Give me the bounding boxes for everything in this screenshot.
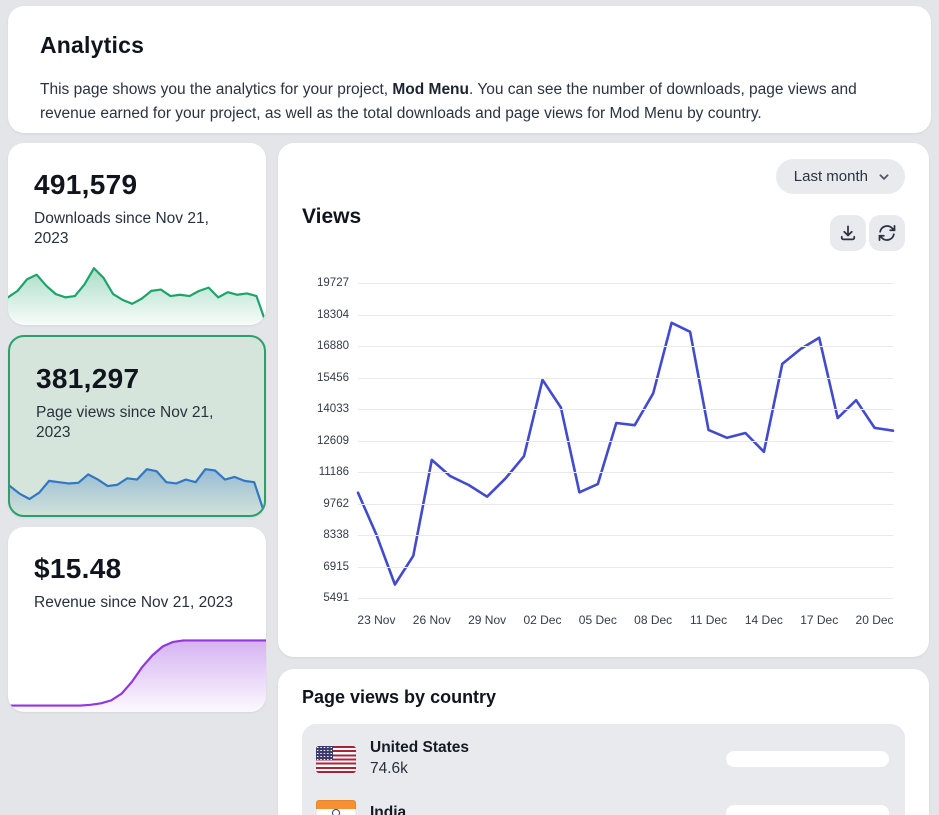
date-range-label: Last month — [794, 168, 868, 185]
y-axis-tick-label: 14033 — [317, 403, 349, 415]
y-axis-tick-label: 6915 — [323, 561, 349, 573]
revenue-sparkline — [8, 632, 266, 712]
revenue-amount: $15.48 — [34, 553, 121, 585]
y-axis-tick-label: 9762 — [323, 498, 349, 510]
gridline — [358, 283, 893, 284]
y-axis-tick-label: 16880 — [317, 340, 349, 352]
analytics-page: Analytics This page shows you the analyt… — [0, 0, 939, 815]
x-axis-tick-label: 29 Nov — [468, 613, 506, 627]
downloads-sparkline — [8, 255, 266, 325]
gridline — [358, 346, 893, 347]
views-chart-title: Views — [302, 205, 361, 229]
views-plot: 1972718304168801545614033126091118697628… — [358, 283, 893, 598]
country-progress-bar — [726, 805, 889, 815]
india-flag-icon — [316, 800, 356, 815]
download-icon — [838, 223, 858, 243]
page-views-sparkline — [10, 445, 264, 515]
y-axis-tick-label: 5491 — [323, 592, 349, 604]
country-name: United States — [370, 738, 469, 759]
chevron-down-icon — [877, 170, 891, 184]
gridline — [358, 441, 893, 442]
country-name: India — [370, 803, 406, 815]
country-section-title: Page views by country — [302, 687, 496, 708]
page-views-stat-card[interactable]: 381,297 Page views since Nov 21, 2023 — [8, 335, 266, 517]
page-title: Analytics — [40, 32, 144, 59]
y-axis-tick-label: 18304 — [317, 309, 349, 321]
country-page-views: 74.6k — [370, 759, 469, 780]
date-range-dropdown[interactable]: Last month — [776, 159, 905, 194]
gridline — [358, 567, 893, 568]
revenue-stat-card[interactable]: $15.48 Revenue since Nov 21, 2023 — [8, 527, 266, 712]
country-row-united-states: United States 74.6k — [312, 732, 895, 786]
country-progress-bar — [726, 751, 889, 767]
page-views-count: 381,297 — [36, 363, 139, 395]
united-states-flag-icon — [316, 746, 356, 773]
x-axis-tick-label: 02 Dec — [523, 613, 561, 627]
y-axis-tick-label: 8338 — [323, 529, 349, 541]
x-axis-tick-label: 08 Dec — [634, 613, 672, 627]
x-axis-tick-label: 20 Dec — [856, 613, 894, 627]
refresh-icon — [877, 223, 897, 243]
x-axis-tick-label: 23 Nov — [357, 613, 395, 627]
x-axis-tick-label: 05 Dec — [579, 613, 617, 627]
country-row-india: India — [312, 786, 895, 815]
page-views-label: Page views since Nov 21, 2023 — [36, 403, 242, 443]
gridline — [358, 598, 893, 599]
project-name: Mod Menu — [392, 81, 469, 98]
downloads-count: 491,579 — [34, 169, 137, 201]
country-list: United States 74.6k India — [302, 724, 905, 815]
y-axis-tick-label: 19727 — [317, 277, 349, 289]
header-card: Analytics This page shows you the analyt… — [8, 6, 931, 133]
gridline — [358, 315, 893, 316]
y-axis-tick-label: 11186 — [319, 466, 349, 478]
y-axis-tick-label: 12609 — [317, 435, 349, 447]
gridline — [358, 378, 893, 379]
gridline — [358, 472, 893, 473]
x-axis-tick-label: 17 Dec — [800, 613, 838, 627]
refresh-button[interactable] — [869, 215, 905, 251]
views-chart-card: Last month Views 19727183041688015 — [278, 143, 929, 657]
x-axis-tick-label: 26 Nov — [413, 613, 451, 627]
country-views-card: Page views by country United States 74.6… — [278, 669, 929, 815]
page-description: This page shows you the analytics for yo… — [40, 78, 912, 126]
gridline — [358, 409, 893, 410]
revenue-label: Revenue since Nov 21, 2023 — [34, 593, 240, 613]
x-axis-tick-label: 14 Dec — [745, 613, 783, 627]
gridline — [358, 535, 893, 536]
x-axis-tick-label: 11 Dec — [690, 613, 727, 627]
gridline — [358, 504, 893, 505]
y-axis-tick-label: 15456 — [317, 372, 349, 384]
downloads-label: Downloads since Nov 21, 2023 — [34, 209, 240, 249]
downloads-stat-card[interactable]: 491,579 Downloads since Nov 21, 2023 — [8, 143, 266, 325]
download-csv-button[interactable] — [830, 215, 866, 251]
